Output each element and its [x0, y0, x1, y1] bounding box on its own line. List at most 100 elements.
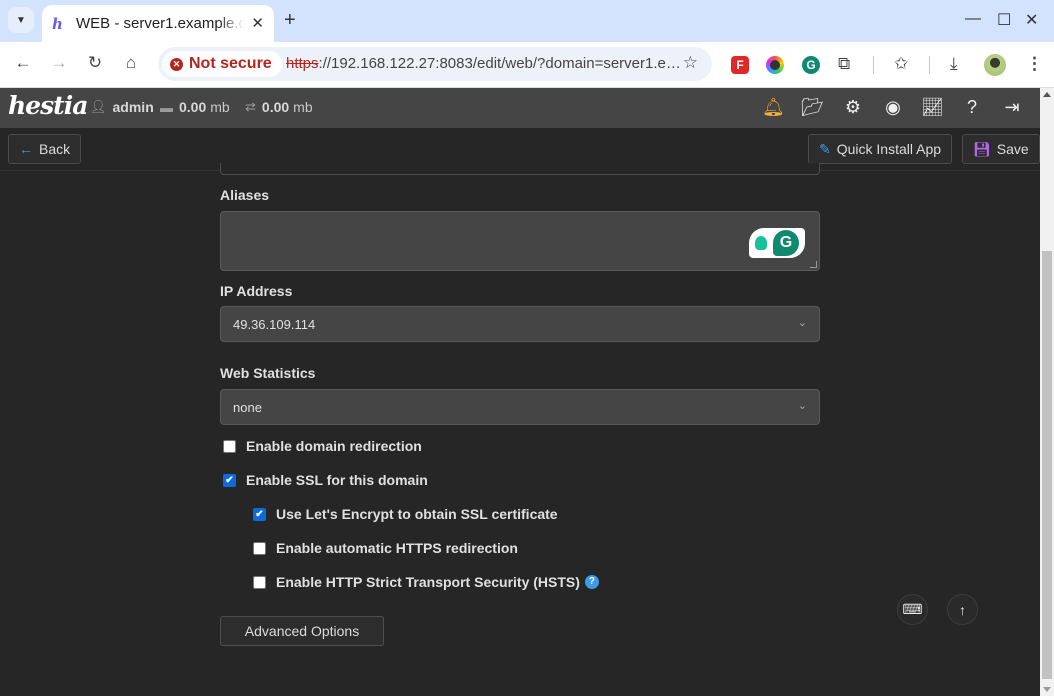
aliases-textarea[interactable]: G	[220, 211, 820, 271]
url-text[interactable]: https://192.168.122.27:8083/edit/web/?do…	[286, 55, 681, 72]
hestia-logo[interactable]: hestia	[8, 91, 88, 120]
download-icon[interactable]: ⤓	[950, 54, 958, 74]
disk-unit: mb	[210, 99, 230, 115]
browser-menu-icon[interactable]: ⋮	[1026, 54, 1043, 74]
enable-ssl-option[interactable]: ✔ Enable SSL for this domain	[223, 472, 428, 488]
pencil-icon: ✎	[819, 140, 831, 157]
toolbar-divider	[873, 56, 874, 74]
home-icon[interactable]: ⌂	[119, 53, 143, 73]
forward-nav-icon[interactable]: →	[47, 53, 71, 73]
https-redirection-checkbox[interactable]	[253, 541, 266, 555]
user-circle-icon[interactable]: ◉	[882, 97, 904, 118]
scrollbar-thumb[interactable]	[1042, 251, 1052, 679]
user-info[interactable]: 👤︎ admin	[90, 99, 158, 115]
file-manager-folder-icon[interactable]: 📂︎	[801, 97, 824, 118]
username: admin	[112, 99, 154, 115]
domain-redirection-label: Enable domain redirection	[246, 438, 422, 454]
domain-redirection-option[interactable]: Enable domain redirection	[223, 438, 422, 454]
toolbar-divider	[929, 56, 930, 74]
chevron-down-icon: ⌄	[797, 317, 807, 329]
browser-tab-active[interactable]: h WEB - server1.example.com ✕	[42, 5, 274, 42]
tab-title: WEB - server1.example.com	[76, 15, 244, 32]
scroll-up-arrow-icon[interactable]	[1043, 92, 1051, 97]
scroll-to-top-button[interactable]: ↑	[947, 594, 978, 625]
https-redirection-label: Enable automatic HTTPS redirection	[276, 540, 518, 556]
profile-avatar[interactable]	[984, 54, 1006, 76]
ip-address-value: 49.36.109.114	[233, 317, 316, 332]
address-bar[interactable]: ✕ Not secure https://192.168.122.27:8083…	[158, 47, 712, 81]
app-topbar: hestia 👤︎ admin ▬ 0.00 mb ⇄ 0.00 mb 🔔︎ 📂…	[0, 88, 1040, 128]
scroll-down-arrow-icon[interactable]	[1043, 687, 1051, 692]
new-tab-button[interactable]: +	[284, 9, 296, 31]
user-icon: 👤︎	[90, 99, 107, 114]
aliases-label: Aliases	[220, 187, 270, 203]
help-question-icon[interactable]: ?	[961, 97, 983, 118]
lets-encrypt-label: Use Let's Encrypt to obtain SSL certific…	[276, 506, 558, 522]
statistics-chart-icon[interactable]: 📈︎	[921, 97, 944, 118]
hsts-option[interactable]: Enable HTTP Strict Transport Security (H…	[253, 574, 599, 590]
extensions-puzzle-icon[interactable]: ⧉	[838, 54, 850, 74]
bandwidth-value: 0.00	[261, 99, 290, 115]
back-button[interactable]: ← Back	[8, 134, 82, 164]
grammarly-extension-icon[interactable]: G	[802, 56, 820, 74]
hsts-checkbox[interactable]	[253, 575, 266, 589]
disk-value: 0.00	[179, 99, 207, 115]
enable-ssl-checkbox[interactable]: ✔	[223, 473, 236, 487]
flipboard-extension-icon[interactable]: F	[731, 56, 749, 74]
ip-address-label: IP Address	[220, 283, 293, 299]
grammarly-widget[interactable]: G	[749, 228, 805, 258]
security-label: Not secure	[189, 55, 272, 72]
enable-ssl-label: Enable SSL for this domain	[246, 472, 428, 488]
tab-close-icon[interactable]: ✕	[251, 14, 264, 32]
logout-icon[interactable]: ⇥	[1001, 97, 1023, 118]
page-scrollbar[interactable]	[1040, 88, 1054, 696]
bookmarks-icon[interactable]: ✩	[894, 54, 908, 74]
bandwidth-unit: mb	[293, 99, 313, 115]
lightbulb-icon	[755, 236, 767, 250]
quick-install-app-button[interactable]: ✎ Quick Install App	[808, 134, 953, 164]
arrow-left-icon: ←	[19, 141, 33, 157]
bandwidth-usage: ⇄ 0.00 mb	[245, 99, 313, 115]
advanced-options-button[interactable]: Advanced Options	[220, 616, 384, 646]
hestia-favicon-icon: h	[52, 14, 63, 33]
arrow-up-icon: ↑	[959, 601, 966, 618]
keyboard-icon: ⌨	[902, 601, 923, 617]
https-redirection-option[interactable]: Enable automatic HTTPS redirection	[253, 540, 518, 556]
hsts-label: Enable HTTP Strict Transport Security (H…	[276, 574, 580, 590]
ip-address-select[interactable]: 49.36.109.114 ⌄	[220, 306, 820, 342]
quick-install-label: Quick Install App	[836, 141, 942, 157]
disk-usage: ▬ 0.00 mb	[160, 99, 230, 115]
keyboard-shortcuts-button[interactable]: ⌨	[897, 594, 928, 625]
close-window-button[interactable]: ✕	[1025, 10, 1038, 30]
minimize-button[interactable]: —	[965, 10, 981, 28]
maximize-button[interactable]: ☐	[997, 10, 1011, 30]
chevron-down-icon: ▼	[16, 14, 26, 26]
web-statistics-label: Web Statistics	[220, 365, 316, 381]
security-chip[interactable]: ✕ Not secure	[162, 51, 282, 77]
save-button[interactable]: 💾︎ Save	[962, 134, 1040, 164]
hard-drive-icon: ▬	[160, 99, 173, 115]
web-statistics-value: none	[233, 400, 262, 415]
browser-toolbar: ← → ↻ ⌂ ✕ Not secure https://192.168.122…	[0, 42, 1054, 88]
reload-icon[interactable]: ↻	[83, 53, 107, 73]
grammarly-icon: G	[773, 230, 799, 256]
settings-gear-icon[interactable]: ⚙	[842, 97, 864, 118]
lets-encrypt-checkbox[interactable]: ✔	[253, 507, 266, 521]
exchange-arrows-icon: ⇄	[245, 99, 256, 114]
url-path: ://192.168.122.27:8083/edit/web/?domain=…	[318, 55, 681, 72]
domain-field-partial[interactable]	[220, 163, 820, 175]
hestia-app: hestia 👤︎ admin ▬ 0.00 mb ⇄ 0.00 mb 🔔︎ 📂…	[0, 88, 1040, 696]
chevron-down-icon: ⌄	[797, 400, 807, 412]
help-question-icon[interactable]: ?	[584, 575, 599, 589]
lets-encrypt-option[interactable]: ✔ Use Let's Encrypt to obtain SSL certif…	[253, 506, 558, 522]
domain-redirection-checkbox[interactable]	[223, 439, 236, 453]
back-nav-icon[interactable]: ←	[11, 53, 35, 73]
bookmark-star-icon[interactable]: ☆	[683, 53, 698, 73]
notifications-bell-icon[interactable]: 🔔︎	[762, 97, 785, 118]
url-scheme: https	[286, 55, 319, 72]
web-statistics-select[interactable]: none ⌄	[220, 389, 820, 425]
color-extension-icon[interactable]	[766, 56, 784, 74]
save-floppy-icon: 💾︎	[973, 140, 991, 157]
resize-handle[interactable]	[810, 261, 817, 268]
tab-search-button[interactable]: ▼	[8, 7, 34, 33]
